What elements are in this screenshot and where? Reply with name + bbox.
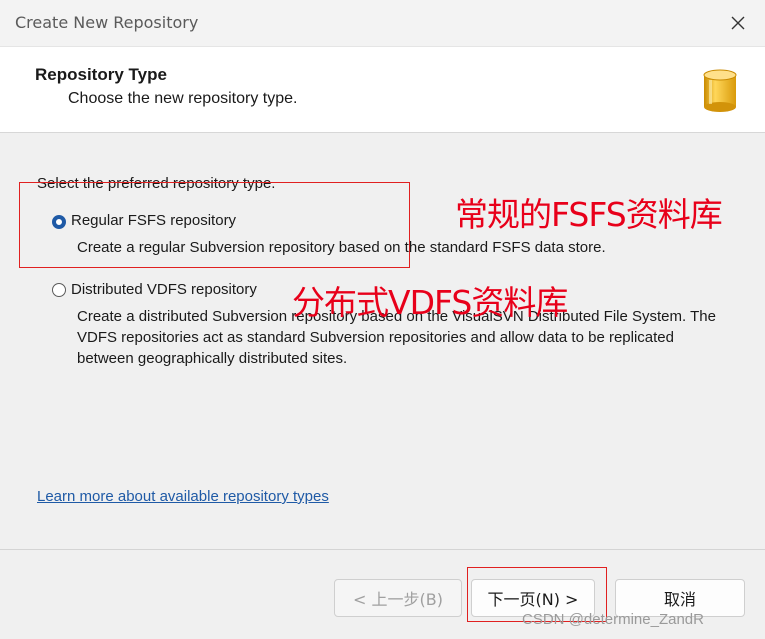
title-bar: Create New Repository [0, 0, 765, 47]
page-title: Repository Type [35, 65, 167, 84]
database-icon [703, 69, 737, 112]
fsfs-option-label[interactable]: Regular FSFS repository [71, 212, 236, 229]
fsfs-annotation: 常规的FSFS资料库 [455, 195, 723, 234]
window-title: Create New Repository [15, 13, 199, 32]
page-subtitle: Choose the new repository type. [68, 90, 298, 107]
watermark: CSDN @determine_ZandR [522, 611, 704, 628]
vdfs-radio[interactable] [52, 283, 66, 297]
learn-more-link[interactable]: Learn more about available repository ty… [37, 488, 329, 505]
fsfs-option-description: Create a regular Subversion repository b… [77, 239, 606, 256]
vdfs-option-label[interactable]: Distributed VDFS repository [71, 281, 257, 298]
close-button[interactable] [723, 8, 753, 38]
wizard-header: Repository Type Choose the new repositor… [0, 47, 765, 133]
back-button[interactable]: < 上一步(B) [334, 579, 462, 617]
fsfs-radio[interactable] [52, 215, 66, 229]
vdfs-annotation: 分布式VDFS资料库 [292, 283, 568, 322]
close-icon [731, 16, 745, 30]
wizard-content: Select the preferred repository type. Re… [0, 133, 765, 548]
